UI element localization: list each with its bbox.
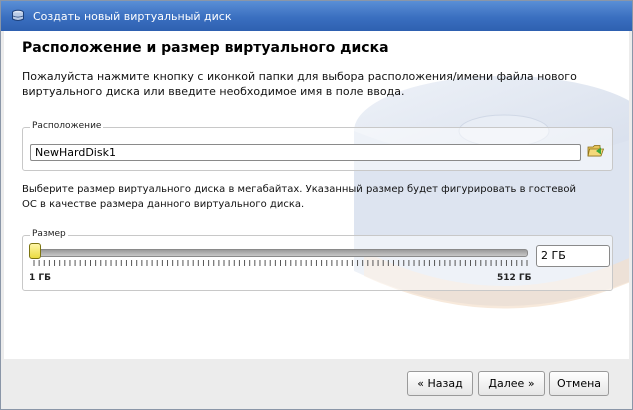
location-legend: Расположение [30,121,104,131]
page-title: Расположение и размер виртуального диска [22,40,389,56]
size-legend: Размер [30,229,68,239]
size-slider-track[interactable] [33,249,528,257]
folder-open-icon[interactable] [587,142,605,160]
window-title: Создать новый виртуальный диск [33,10,232,23]
size-slider-ticks [33,260,528,266]
virtualbox-disk-icon [12,9,24,21]
dialog-window: Создать новый виртуальный диск Расположе… [0,0,633,410]
button-bar: « Назад Далее » Отмена [1,359,632,409]
next-button[interactable]: Далее » [478,371,545,396]
size-slider-thumb[interactable] [28,243,41,259]
size-description: Выберите размер виртуального диска в мег… [22,184,577,210]
back-button[interactable]: « Назад [407,371,473,396]
location-group: Расположение NewHardDisk1 [22,121,613,171]
title-bar[interactable]: Создать новый виртуальный диск [1,1,632,31]
wizard-page: Расположение и размер виртуального диска… [4,31,629,359]
slider-max-label: 512 ГБ [497,273,532,283]
size-group: Размер 1 ГБ 512 ГБ 2 ГБ [22,229,613,291]
slider-min-label: 1 ГБ [29,273,51,283]
cancel-button[interactable]: Отмена [549,371,609,396]
page-description: Пожалуйста нажмите кнопку с иконкой папк… [22,70,577,98]
size-input[interactable]: 2 ГБ [536,245,610,267]
location-input[interactable]: NewHardDisk1 [30,144,581,161]
